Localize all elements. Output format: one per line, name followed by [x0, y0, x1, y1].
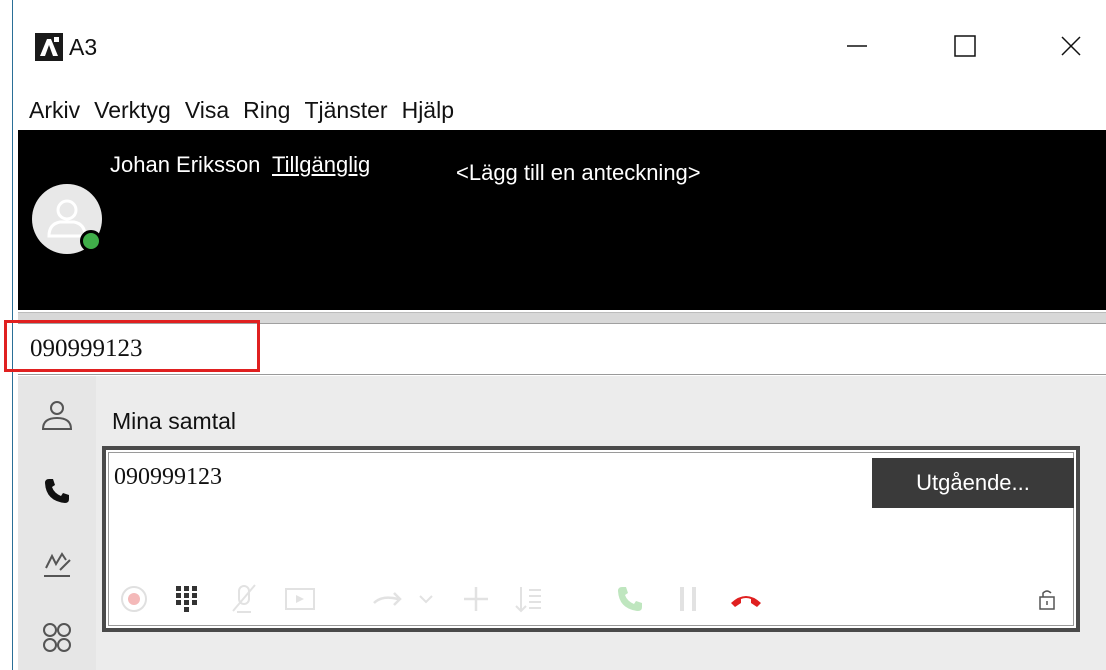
side-nav	[18, 376, 96, 670]
user-name: Johan Eriksson	[110, 152, 261, 177]
menu-verktyg[interactable]: Verktyg	[86, 97, 179, 124]
hangup-button[interactable]	[726, 578, 766, 620]
record-icon	[121, 586, 147, 612]
transfer-dropdown[interactable]	[414, 578, 438, 620]
hold-button[interactable]	[668, 578, 708, 620]
call-toolbar	[114, 574, 1064, 624]
section-title: Mina samtal	[112, 408, 236, 434]
menu-hjalp[interactable]: Hjälp	[394, 97, 462, 124]
dial-field-row	[18, 324, 1106, 375]
groups-icon	[43, 623, 71, 652]
close-icon	[1061, 36, 1081, 56]
presence-status-dot	[80, 230, 102, 252]
presence-status-link[interactable]: Tillgänglig	[272, 152, 370, 178]
maximize-icon	[954, 35, 976, 57]
lock-button[interactable]	[1034, 578, 1060, 620]
window-title: A3	[69, 34, 98, 60]
user-header: Johan Eriksson Tillgänglig <Lägg till en…	[18, 130, 1106, 310]
dialpad-icon	[176, 586, 197, 612]
record-button[interactable]	[114, 578, 154, 620]
add-call-icon	[464, 587, 488, 611]
maximize-button[interactable]	[941, 22, 989, 70]
minimize-icon	[847, 45, 867, 47]
answer-icon	[618, 587, 642, 611]
nav-contacts[interactable]	[40, 398, 74, 432]
dial-number-input[interactable]	[30, 334, 730, 364]
menu-arkiv[interactable]: Arkiv	[13, 97, 88, 124]
mute-button[interactable]	[224, 578, 264, 620]
add-note-link[interactable]: <Lägg till en anteckning>	[456, 160, 701, 186]
merge-icon	[515, 587, 541, 613]
minimize-button[interactable]	[833, 22, 881, 70]
nav-calls[interactable]	[40, 474, 74, 508]
phone-icon	[45, 479, 69, 503]
mute-icon	[232, 584, 256, 613]
signature-icon	[44, 552, 71, 577]
menu-bar: Arkiv Verktyg Visa Ring Tjänster Hjälp	[13, 92, 1106, 128]
menu-visa[interactable]: Visa	[177, 97, 237, 124]
app-logo-icon	[35, 33, 63, 61]
add-call-button[interactable]	[456, 578, 496, 620]
lock-icon	[1039, 590, 1055, 610]
dialpad-button[interactable]	[166, 578, 206, 620]
hold-icon	[680, 587, 696, 611]
contacts-icon	[41, 401, 73, 430]
menu-ring[interactable]: Ring	[235, 97, 298, 124]
close-button[interactable]	[1047, 22, 1095, 70]
nav-signature[interactable]	[40, 548, 74, 582]
merge-button[interactable]	[508, 578, 548, 620]
answer-button[interactable]	[610, 578, 650, 620]
dropdown-icon	[419, 595, 433, 604]
transfer-icon	[373, 592, 402, 606]
hangup-icon	[731, 596, 761, 607]
transfer-button[interactable]	[368, 578, 408, 620]
call-state-badge: Utgående...	[872, 458, 1074, 508]
menu-tjanster[interactable]: Tjänster	[296, 97, 395, 124]
title-bar[interactable]: A3	[13, 0, 1106, 92]
nav-groups[interactable]	[40, 620, 74, 654]
call-number: 090999123	[114, 464, 222, 490]
header-divider	[18, 312, 1106, 324]
screen-icon	[285, 588, 315, 610]
share-screen-button[interactable]	[280, 578, 320, 620]
